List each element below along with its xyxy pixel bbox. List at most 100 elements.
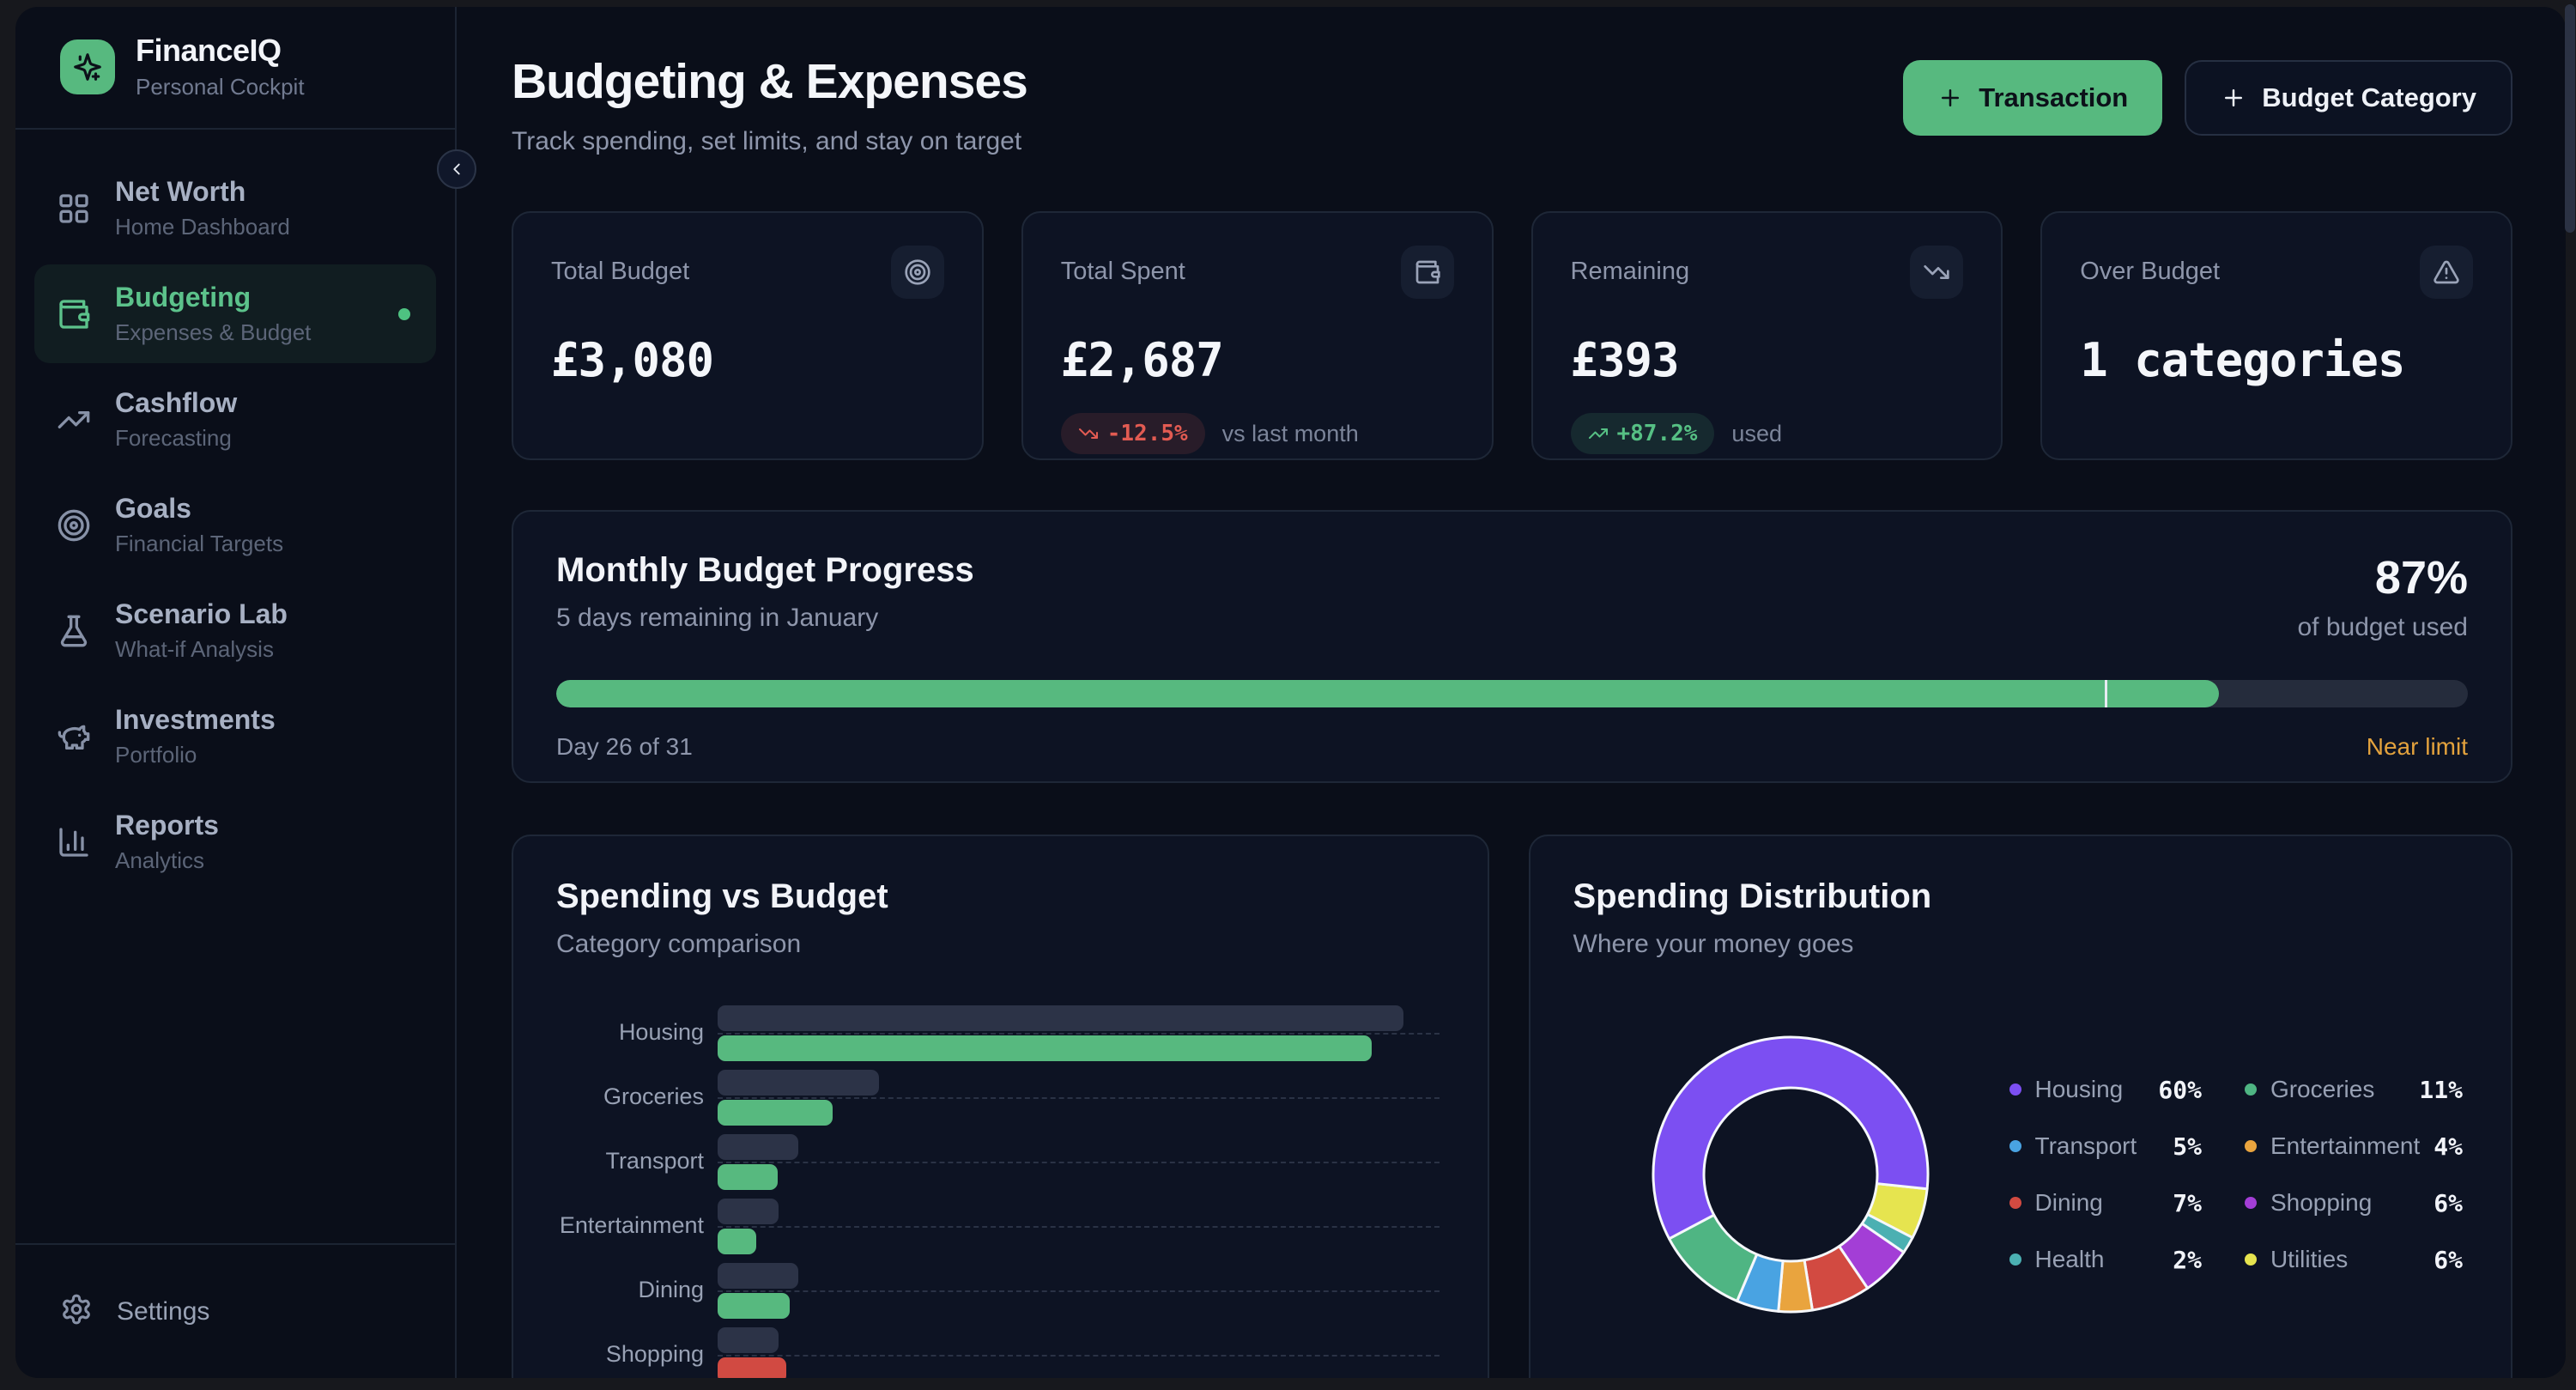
- stat-icon-box: [2420, 246, 2473, 299]
- stat-value: £393: [1571, 333, 1964, 387]
- stat-icon-box: [1401, 246, 1454, 299]
- page-title: Budgeting & Expenses: [512, 53, 1027, 110]
- page-header-text: Budgeting & Expenses Track spending, set…: [512, 53, 1027, 156]
- spent-bar: [718, 1293, 790, 1319]
- nav-text: InvestmentsPortfolio: [115, 704, 276, 768]
- stat-label: Remaining: [1571, 258, 1690, 286]
- target-icon: [57, 508, 91, 543]
- nav-title: Budgeting: [115, 282, 311, 313]
- wallet-icon: [1414, 258, 1441, 286]
- budget-progress-bar: [556, 680, 2468, 707]
- charts-row: Spending vs Budget Category comparison H…: [512, 835, 2512, 1378]
- app-name: FinanceIQ: [136, 33, 305, 69]
- layout-grid-icon: [57, 191, 91, 226]
- legend-item-groceries: Groceries 11%: [2245, 1069, 2463, 1110]
- plus-icon: [1937, 85, 1963, 111]
- trending-up-icon: [1588, 423, 1609, 444]
- donut-chart-body: Housing60%Groceries11%Transport5%Enterta…: [1573, 1031, 2469, 1318]
- bar-pair: [718, 1261, 1445, 1326]
- stat-card-top: Remaining: [1571, 246, 1964, 299]
- bar-chart: HousingGroceriesTransportEntertainmentDi…: [556, 1004, 1445, 1378]
- sidebar-item-settings[interactable]: Settings: [34, 1279, 436, 1344]
- stat-value: £2,687: [1061, 333, 1454, 387]
- page-header: Budgeting & Expenses Track spending, set…: [512, 53, 2512, 156]
- nav-subtitle: Home Dashboard: [115, 214, 290, 240]
- progress-percent-note: of budget used: [2297, 613, 2468, 642]
- alert-triangle-icon: [2433, 258, 2460, 286]
- legend-dot: [2245, 1083, 2257, 1096]
- plus-icon: [2221, 85, 2246, 111]
- legend-percent: 6%: [2434, 1246, 2463, 1274]
- scrollbar-thumb[interactable]: [2565, 4, 2575, 233]
- budget-bar: [718, 1070, 879, 1096]
- progress-percent: 87%: [2297, 551, 2468, 604]
- bar-row-entertainment: Entertainment: [556, 1197, 1445, 1261]
- change-badge: -12.5%: [1061, 413, 1205, 454]
- sidebar-item-cashflow[interactable]: CashflowForecasting: [34, 370, 436, 469]
- bar-category-label: Housing: [556, 1019, 704, 1053]
- sidebar-item-net-worth[interactable]: Net WorthHome Dashboard: [34, 159, 436, 258]
- spent-bar: [718, 1035, 1372, 1061]
- bar-category-label: Shopping: [556, 1341, 704, 1375]
- legend-label: Utilities: [2270, 1246, 2420, 1273]
- stat-card-over-budget: Over Budget1 categories: [2040, 211, 2512, 460]
- donut-chart: [1647, 1031, 1934, 1318]
- sidebar-collapse-button[interactable]: [437, 149, 476, 189]
- legend-item-health: Health 2%: [2009, 1239, 2202, 1280]
- legend-percent: 11%: [2419, 1076, 2463, 1104]
- legend-label: Housing: [2035, 1076, 2145, 1103]
- legend-item-entertainment: Entertainment4%: [2245, 1126, 2463, 1167]
- main-content: Budgeting & Expenses Track spending, set…: [457, 7, 2566, 1378]
- legend-dot: [2009, 1197, 2021, 1209]
- spent-bar: [718, 1229, 756, 1254]
- sidebar-item-budgeting[interactable]: Budgeting Expenses & Budget: [34, 264, 436, 363]
- legend-label: Groceries: [2270, 1076, 2405, 1103]
- bar-category-label: Groceries: [556, 1083, 704, 1117]
- flask-icon: [57, 614, 91, 648]
- spent-bar: [718, 1100, 833, 1126]
- stat-card-total-spent: Total Spent£2,687-12.5%vs last month: [1021, 211, 1494, 460]
- nav-subtitle: Analytics: [115, 847, 219, 874]
- bar-chart-icon: [57, 825, 91, 859]
- bar-pair: [718, 1197, 1445, 1261]
- progress-footer: Day 26 of 31 Near limit: [556, 733, 2468, 761]
- legend-percent: 5%: [2173, 1132, 2202, 1161]
- settings-label: Settings: [117, 1297, 209, 1326]
- bar-row-shopping: Shopping: [556, 1326, 1445, 1378]
- near-limit-warning: Near limit: [2367, 733, 2468, 761]
- bar-row-dining: Dining: [556, 1261, 1445, 1326]
- stat-card-total-budget: Total Budget£3,080: [512, 211, 984, 460]
- spending-distribution-card: Spending Distribution Where your money g…: [1529, 835, 2513, 1378]
- spent-bar: [718, 1357, 786, 1378]
- bar-row-housing: Housing: [556, 1004, 1445, 1068]
- trending-up-icon: [57, 403, 91, 437]
- legend-label: Health: [2035, 1246, 2160, 1273]
- legend-item-utilities: Utilities 6%: [2245, 1239, 2463, 1280]
- legend-dot: [2009, 1083, 2021, 1096]
- app-window: FinanceIQ Personal Cockpit Net WorthHome…: [15, 7, 2566, 1378]
- button-label: Transaction: [1979, 82, 2128, 113]
- gear-icon: [60, 1293, 93, 1326]
- nav-subtitle: Expenses & Budget: [115, 319, 311, 346]
- add-transaction-button[interactable]: Transaction: [1903, 60, 2162, 136]
- sidebar-item-scenario-lab[interactable]: Scenario LabWhat-if Analysis: [34, 581, 436, 680]
- gear-icon: [60, 1293, 93, 1330]
- stat-badge-row: -12.5%vs last month: [1061, 413, 1454, 454]
- legend-item-shopping: Shopping6%: [2245, 1182, 2463, 1223]
- active-indicator-dot: [398, 308, 410, 320]
- legend-percent: 2%: [2173, 1246, 2202, 1274]
- brand: FinanceIQ Personal Cockpit: [15, 7, 455, 130]
- stat-card-top: Total Budget: [551, 246, 944, 299]
- add-budget-category-button[interactable]: Budget Category: [2185, 60, 2512, 136]
- trending-down-icon: [1078, 423, 1099, 444]
- stat-card-remaining: Remaining£393+87.2%used: [1531, 211, 2003, 460]
- legend-percent: 7%: [2173, 1189, 2202, 1217]
- sidebar-item-reports[interactable]: ReportsAnalytics: [34, 792, 436, 891]
- sidebar-item-investments[interactable]: InvestmentsPortfolio: [34, 687, 436, 786]
- progress-header-right: 87% of budget used: [2297, 551, 2468, 642]
- legend-percent: 6%: [2434, 1189, 2463, 1217]
- donut-chart-subtitle: Where your money goes: [1573, 930, 2469, 959]
- sidebar-item-goals[interactable]: GoalsFinancial Targets: [34, 476, 436, 574]
- legend-item-transport: Transport5%: [2009, 1126, 2202, 1167]
- stat-label: Over Budget: [2080, 258, 2220, 286]
